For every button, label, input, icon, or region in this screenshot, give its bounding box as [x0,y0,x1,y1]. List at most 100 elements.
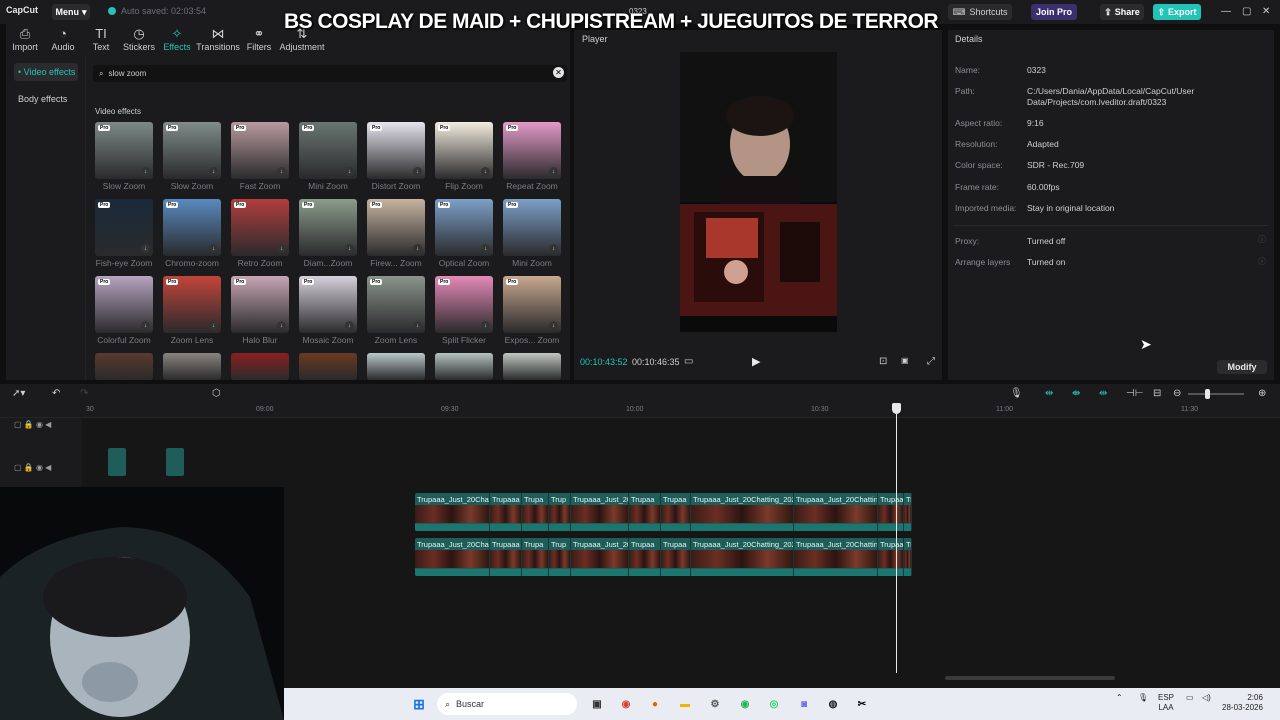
video-clip[interactable]: Trupaa [629,538,661,576]
video-clip[interactable]: Trupaaa_Just_20Chatting_202 [691,493,794,531]
video-clip[interactable]: Trupaaa_Just_20 [571,493,629,531]
download-icon[interactable]: ↓ [277,167,286,176]
video-clip[interactable]: Trupaaa_Just_20Chat [415,493,490,531]
capcut-icon[interactable]: ✂ [853,695,871,713]
video-clip[interactable]: Trupaa [878,493,904,531]
download-icon[interactable]: ↓ [209,167,218,176]
download-icon[interactable]: ↓ [141,244,150,253]
shortcuts-button[interactable]: ⌨ Shortcuts [948,4,1012,20]
effect-item[interactable] [95,353,153,380]
effect-item[interactable]: Pro ↓ Distort Zoom [367,122,425,191]
link-icon[interactable]: ⇹ [1045,388,1053,399]
track-controls[interactable]: ▢ 🔒 ◉ ◀ [14,420,51,429]
video-clip[interactable]: Trup [904,493,912,531]
marker-icon[interactable]: ⬡ [212,388,221,399]
video-clip[interactable]: Trupaaa [490,493,522,531]
video-clip[interactable]: Trup [904,538,912,576]
download-icon[interactable]: ↓ [209,244,218,253]
join-pro-button[interactable]: Join Pro [1031,4,1077,20]
microphone-tray-icon[interactable]: 🎙 [1138,693,1148,703]
search-box[interactable]: ⌕ slow zoom [93,65,567,82]
timeline-view-icon[interactable]: ▭ [684,356,693,367]
effect-item[interactable]: Pro ↓ Optical Zoom [435,199,493,268]
effect-item[interactable]: Pro ↓ Slow Zoom [163,122,221,191]
download-icon[interactable]: ↓ [481,167,490,176]
effect-clip[interactable] [108,448,126,476]
undo-icon[interactable]: ↶ [52,388,60,399]
zoom-out-icon[interactable]: ⊖ [1173,388,1181,399]
clock[interactable]: 2:06 28-03-2026 [1222,693,1263,713]
modify-button[interactable]: Modify [1217,360,1267,374]
aspect-ratio-icon[interactable]: ▣ [901,356,909,365]
download-icon[interactable]: ↓ [413,321,422,330]
close-icon[interactable]: ✕ [1262,6,1270,17]
effect-item[interactable]: Pro ↓ Split Flicker [435,276,493,345]
video-clip[interactable]: Trupaaa_Just_20 [571,538,629,576]
menu-button[interactable]: Menu ▾ [52,4,90,20]
info-icon[interactable]: ⓘ [1258,234,1266,245]
effect-item[interactable] [163,353,221,380]
export-button[interactable]: ⇧ Export [1153,4,1201,20]
video-preview[interactable] [680,52,837,332]
download-icon[interactable]: ↓ [277,321,286,330]
screenshot-icon[interactable]: ⊡ [879,356,887,367]
file-explorer-icon[interactable]: ▬ [676,695,694,713]
language-indicator[interactable]: ESP LAA [1158,693,1174,713]
snap-icon[interactable]: ⇼ [1072,388,1080,399]
effect-item[interactable]: Pro ↓ Repeat Zoom [503,122,561,191]
effect-item[interactable]: Pro ↓ Mosaic Zoom [299,276,357,345]
split-icon[interactable]: ⊣⊢ [1126,388,1143,399]
download-icon[interactable]: ↓ [549,321,558,330]
download-icon[interactable]: ↓ [141,167,150,176]
video-clip[interactable]: Trupaaa [490,538,522,576]
tab-import[interactable]: ⎙ Import [6,26,44,56]
select-tool-icon[interactable]: ➚▾ [12,388,25,399]
effect-item[interactable]: Pro ↓ Flip Zoom [435,122,493,191]
video-clip[interactable]: Trupaaa_Just_20Chattin [794,493,878,531]
tab-text[interactable]: TI Text [82,26,120,56]
taskbar-search-input[interactable]: Buscar [456,699,484,709]
download-icon[interactable]: ↓ [345,244,354,253]
playhead[interactable] [896,405,897,673]
video-clip[interactable]: Trupaaa_Just_20Chattin [794,538,878,576]
effect-item[interactable]: Pro ↓ Diam...Zoom [299,199,357,268]
video-clip[interactable]: Trupa [522,538,549,576]
obs-icon[interactable]: ◍ [824,695,842,713]
firefox-icon[interactable]: ● [646,695,664,713]
download-icon[interactable]: ↓ [413,244,422,253]
download-icon[interactable]: ↓ [345,167,354,176]
tab-effects[interactable]: ✧ Effects [158,26,196,56]
video-clip[interactable]: Trupaa [878,538,904,576]
discord-icon[interactable]: ◙ [795,695,813,713]
track-controls[interactable]: ▢ 🔒 ◉ ◀ [14,463,51,472]
play-button[interactable]: ▶ [752,355,760,368]
video-track-2[interactable]: Trupaaa_Just_20Chat Trupaaa Trupa Trup Trupa… [415,538,912,576]
download-icon[interactable]: ↓ [141,321,150,330]
volume-icon[interactable]: ◁) [1202,693,1211,703]
download-icon[interactable]: ↓ [549,244,558,253]
windows-start-icon[interactable]: ⊞ [410,695,428,713]
download-icon[interactable]: ↓ [481,244,490,253]
download-icon[interactable]: ↓ [209,321,218,330]
video-clip[interactable]: Trupaa [661,538,691,576]
video-track-1[interactable]: Trupaaa_Just_20Chat Trupaaa Trupa Trup Trupa… [415,493,912,531]
taskbar-search[interactable]: ⌕ Buscar [437,693,577,715]
network-icon[interactable]: ▭ [1186,693,1194,703]
effect-item[interactable] [231,353,289,380]
tab-audio[interactable]: ◔ Audio [44,26,82,56]
tab-transitions[interactable]: ⋈ Transitions [196,26,240,56]
video-clip[interactable]: Trupaaa_Just_20Chat [415,538,490,576]
video-clip[interactable]: Trupaaa_Just_20Chatting_202 [691,538,794,576]
timeline-scrollbar[interactable] [945,676,1115,680]
minimize-icon[interactable]: — [1221,6,1231,17]
category-body-effects[interactable]: Body effects [14,90,78,108]
download-icon[interactable]: ↓ [549,167,558,176]
effect-clip[interactable] [166,448,184,476]
effect-item[interactable]: Pro ↓ Slow Zoom [95,122,153,191]
effect-item[interactable]: Pro ↓ Firew... Zoom [367,199,425,268]
effect-item[interactable] [503,353,561,380]
effect-item[interactable]: Pro ↓ Colorful Zoom [95,276,153,345]
effect-item[interactable] [435,353,493,380]
download-icon[interactable]: ↓ [277,244,286,253]
effect-item[interactable] [299,353,357,380]
